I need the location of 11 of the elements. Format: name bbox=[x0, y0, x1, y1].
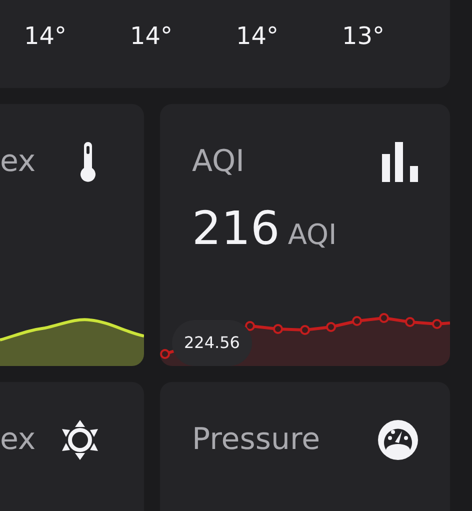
chart-tooltip: 224.56 bbox=[172, 320, 252, 366]
card-title: AQI bbox=[192, 143, 244, 181]
card-title: ex bbox=[0, 143, 36, 181]
card-value: 216 bbox=[192, 202, 280, 254]
card-title: ex bbox=[0, 421, 36, 459]
value-unit: AQI bbox=[288, 217, 337, 253]
forecast-temperature: 14° bbox=[236, 21, 280, 52]
card-title: Pressure bbox=[192, 421, 320, 459]
forecast-temperature: 14° bbox=[24, 21, 68, 52]
forecast-temperature: 14° bbox=[130, 21, 174, 52]
forecast-temperature: 13° bbox=[342, 21, 386, 52]
